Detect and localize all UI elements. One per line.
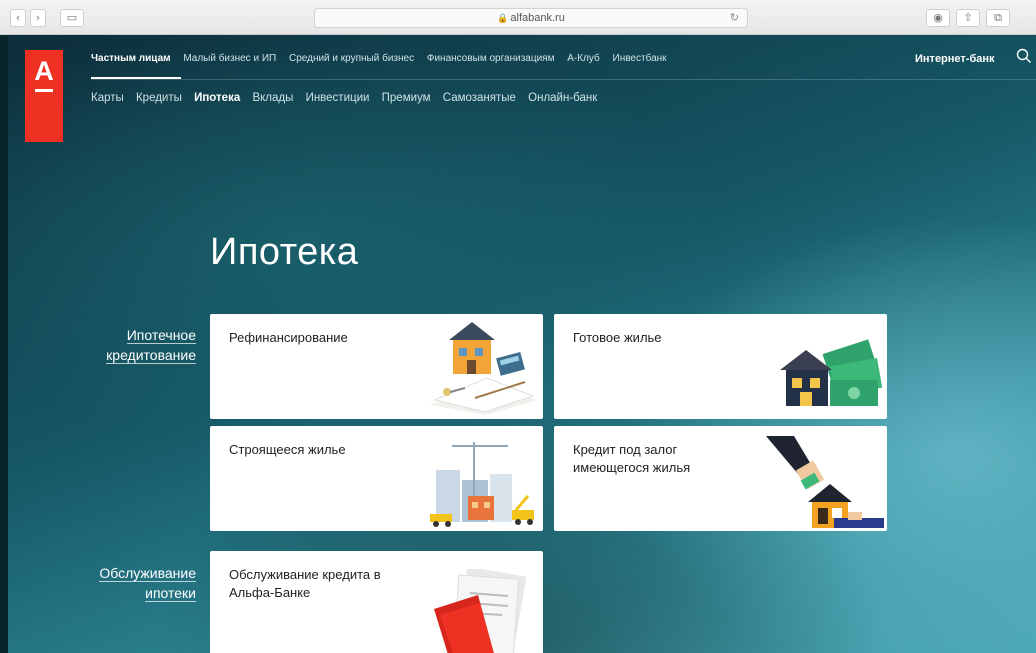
nav-financial-orgs[interactable]: Финансовым организациям xyxy=(427,53,555,64)
subnav-investments[interactable]: Инвестиции xyxy=(306,92,370,104)
card-refinance[interactable]: Рефинансирование xyxy=(210,314,543,419)
sub-nav: Карты Кредиты Ипотека Вклады Инвестиции … xyxy=(91,92,606,104)
house-money-icon xyxy=(780,339,883,406)
browser-toolbar: ‹ › ▭ 🔒 alfabank.ru ↻ ◉ ⇧ ⧉ xyxy=(0,0,1036,35)
section-service-label: Обслуживание ипотеки xyxy=(99,565,196,602)
alfa-logo[interactable]: А xyxy=(25,50,63,142)
section-mortgage-label: Ипотечное кредитование xyxy=(106,327,196,364)
search-icon[interactable] xyxy=(1016,48,1032,64)
share-button[interactable]: ⇧ xyxy=(956,9,980,27)
logo-letter: А xyxy=(34,56,54,86)
url-text: alfabank.ru xyxy=(510,12,565,24)
window-edge xyxy=(0,35,8,653)
nav-divider xyxy=(91,79,1036,80)
section-mortgage-link[interactable]: Ипотечное кредитование xyxy=(76,325,196,365)
page-title: Ипотека xyxy=(210,231,359,273)
top-nav: Частным лицам Малый бизнес и ИП Средний … xyxy=(91,53,677,64)
website-viewport: А Частным лицам Малый бизнес и ИП Средни… xyxy=(0,35,1036,653)
construction-site-icon xyxy=(430,442,534,527)
sidebar-toggle-button[interactable]: ▭ xyxy=(60,9,84,27)
address-bar[interactable]: 🔒 alfabank.ru ↻ xyxy=(314,8,748,28)
reload-icon[interactable]: ↻ xyxy=(730,9,739,27)
internet-bank-link[interactable]: Интернет-банк xyxy=(915,53,995,65)
subnav-deposits[interactable]: Вклады xyxy=(252,92,293,104)
extension-button[interactable]: ◉ xyxy=(926,9,950,27)
subnav-credits[interactable]: Кредиты xyxy=(136,92,182,104)
subnav-cards[interactable]: Карты xyxy=(91,92,124,104)
nav-corporate[interactable]: Средний и крупный бизнес xyxy=(289,53,414,64)
card-pledge-loan[interactable]: Кредит под залог имеющегося жилья xyxy=(554,426,887,531)
subnav-self-employed[interactable]: Самозанятые xyxy=(443,92,516,104)
nav-private[interactable]: Частным лицам xyxy=(91,53,171,64)
card-ready-housing[interactable]: Готовое жилье xyxy=(554,314,887,419)
lock-icon: 🔒 xyxy=(497,13,509,23)
house-documents-icon xyxy=(430,322,537,415)
tabs-button[interactable]: ⧉ xyxy=(986,9,1010,27)
red-folder-icon xyxy=(434,569,527,653)
forward-button[interactable]: › xyxy=(30,9,46,27)
card-service-title: Обслуживание кредита в Альфа-Банке xyxy=(229,567,381,600)
section-service-link[interactable]: Обслуживание ипотеки xyxy=(76,563,196,603)
logo-underline xyxy=(35,89,53,92)
card-loan-service[interactable]: Обслуживание кредита в Альфа-Банке xyxy=(210,551,543,653)
card-construction[interactable]: Строящееся жилье xyxy=(210,426,543,531)
card-construction-title: Строящееся жилье xyxy=(229,442,346,457)
hand-house-icon xyxy=(766,436,884,528)
card-ready-title: Готовое жилье xyxy=(573,330,662,345)
nav-small-business[interactable]: Малый бизнес и ИП xyxy=(183,53,276,64)
card-refinance-title: Рефинансирование xyxy=(229,330,348,345)
subnav-mortgage[interactable]: Ипотека xyxy=(194,92,240,104)
back-button[interactable]: ‹ xyxy=(10,9,26,27)
nav-a-club[interactable]: А-Клуб xyxy=(567,53,600,64)
subnav-online-bank[interactable]: Онлайн-банк xyxy=(528,92,597,104)
card-pledge-title: Кредит под залог имеющегося жилья xyxy=(573,442,691,475)
subnav-premium[interactable]: Премиум xyxy=(382,92,431,104)
nav-investbank[interactable]: Инвестбанк xyxy=(613,53,667,64)
